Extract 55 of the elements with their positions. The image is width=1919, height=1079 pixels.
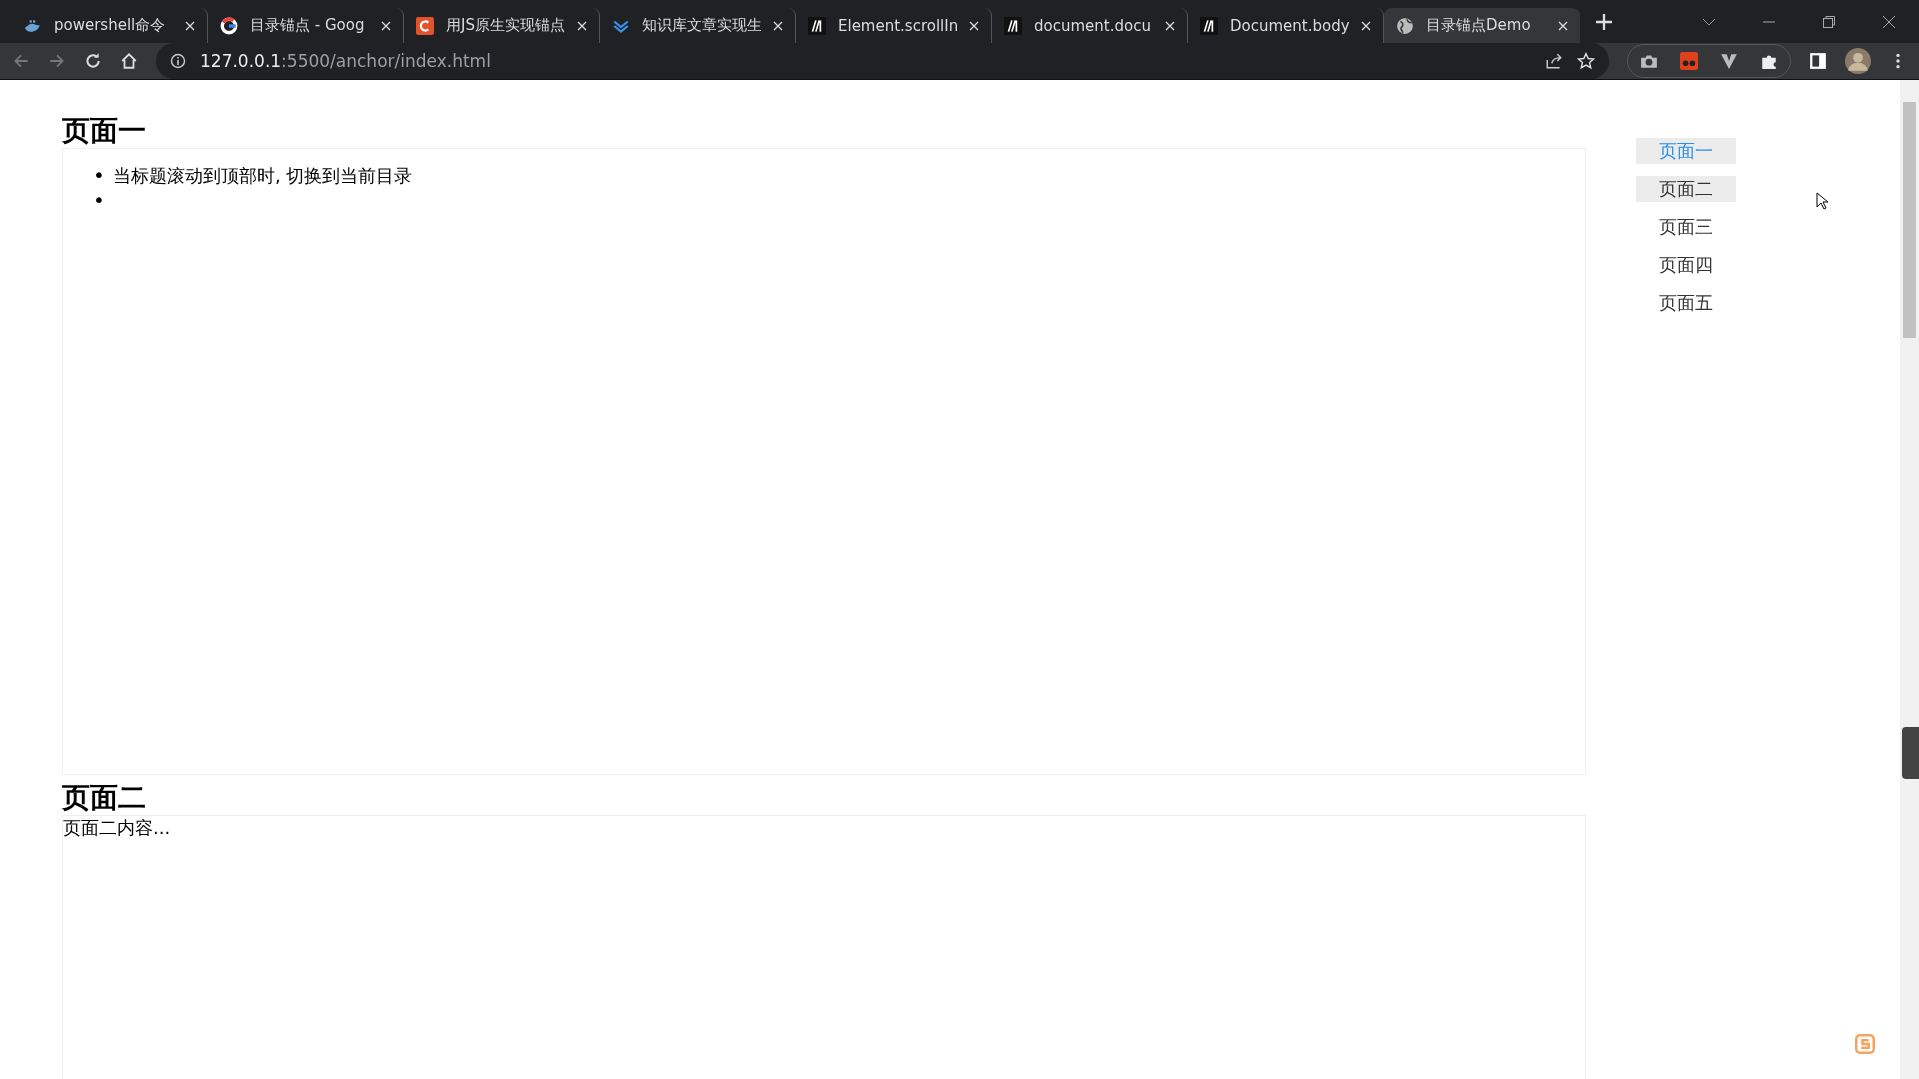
close-window-icon[interactable]: [1882, 14, 1896, 29]
url-text: 127.0.0.1:5500/anchor/index.html: [200, 51, 491, 71]
cursor-icon: [1816, 192, 1828, 210]
scrollbar[interactable]: [1900, 80, 1919, 1079]
side-panel-icon[interactable]: [1809, 52, 1827, 70]
close-icon[interactable]: [381, 20, 391, 31]
browser-tab[interactable]: 目录锚点Demo: [1384, 8, 1580, 43]
address-bar[interactable]: 127.0.0.1:5500/anchor/index.html: [156, 43, 1609, 79]
camera-icon[interactable]: [1640, 52, 1658, 70]
glasses-extension-icon[interactable]: [1680, 52, 1698, 70]
m-logo-icon: [808, 16, 826, 35]
v-logo-icon[interactable]: [1720, 52, 1738, 70]
toc-link[interactable]: 页面三: [1636, 214, 1736, 240]
scrollbar-thumb[interactable]: [1903, 102, 1916, 338]
new-tab-icon[interactable]: [1596, 13, 1612, 30]
minimap-widget: [1902, 727, 1919, 779]
bullet-marker: •: [93, 163, 101, 188]
bullet-marker: •: [93, 188, 101, 213]
tab-title: document.docu: [1034, 16, 1152, 35]
close-icon[interactable]: [1558, 20, 1568, 31]
section-text: 页面二内容...: [63, 816, 172, 840]
toc-link[interactable]: 页面四: [1636, 252, 1736, 278]
close-icon[interactable]: [773, 20, 783, 31]
toc-link[interactable]: 页面二: [1636, 176, 1736, 202]
tab-title: Element.scrollIn: [838, 16, 957, 35]
tab-title: 目录锚点Demo: [1426, 16, 1532, 35]
m-logo-icon: [1200, 16, 1218, 35]
tab-title: Document.body: [1230, 16, 1349, 35]
m-logo-icon: [1004, 16, 1022, 35]
section-heading: 页面一: [62, 114, 147, 148]
close-icon[interactable]: [185, 20, 195, 31]
reload-icon[interactable]: [84, 52, 102, 70]
input-method-icon: [1855, 1034, 1875, 1054]
avatar-icon[interactable]: [1845, 48, 1871, 74]
star-icon[interactable]: [1577, 52, 1595, 70]
close-icon[interactable]: [969, 20, 979, 31]
section-heading: 页面二: [62, 781, 147, 815]
back-icon[interactable]: [12, 52, 30, 70]
close-icon[interactable]: [577, 20, 587, 31]
close-icon[interactable]: [1165, 20, 1175, 31]
tab-title: powershell命令: [54, 16, 167, 35]
forward-icon[interactable]: [48, 52, 66, 70]
tab-title: 目录锚点 - Goog: [250, 16, 366, 35]
toc-link[interactable]: 页面五: [1636, 290, 1736, 316]
list-item: 当标题滚动到顶部时, 切换到当前目录: [113, 164, 413, 188]
close-icon[interactable]: [1361, 20, 1371, 31]
restore-icon[interactable]: [1822, 14, 1836, 29]
tab-title: 用JS原生实现锚点: [446, 16, 565, 35]
share-icon[interactable]: [1545, 52, 1563, 70]
tab-title: 知识库文章实现生: [642, 16, 761, 35]
info-icon: [170, 53, 186, 69]
google-icon: [220, 16, 238, 35]
globe-icon: [1396, 16, 1414, 35]
home-icon[interactable]: [120, 52, 138, 70]
c-logo-icon: [416, 16, 434, 35]
